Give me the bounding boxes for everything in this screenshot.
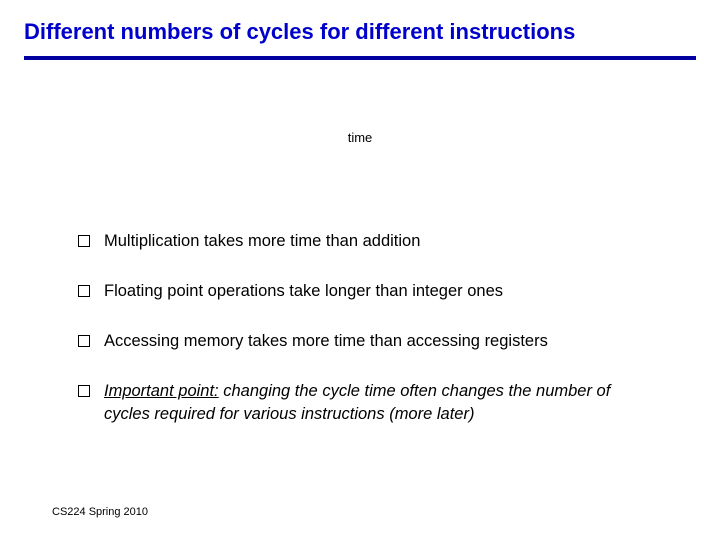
bullet-list: Multiplication takes more time than addi… bbox=[78, 230, 660, 425]
list-item: Important point: changing the cycle time… bbox=[78, 380, 660, 425]
bullet-icon bbox=[78, 285, 90, 297]
list-item: Accessing memory takes more time than ac… bbox=[78, 330, 660, 352]
list-item: Floating point operations take longer th… bbox=[78, 280, 660, 302]
bullet-icon bbox=[78, 385, 90, 397]
bullet-lead: Important point: bbox=[104, 382, 219, 400]
bullet-icon bbox=[78, 335, 90, 347]
bullet-text: Floating point operations take longer th… bbox=[104, 280, 503, 302]
slide: Different numbers of cycles for differen… bbox=[0, 0, 720, 540]
slide-title: Different numbers of cycles for differen… bbox=[24, 18, 696, 46]
title-rule bbox=[24, 56, 696, 60]
bullet-text: Accessing memory takes more time than ac… bbox=[104, 330, 548, 352]
footer-text: CS224 Spring 2010 bbox=[52, 506, 148, 518]
timing-diagram-area: time bbox=[40, 90, 680, 200]
list-item: Multiplication takes more time than addi… bbox=[78, 230, 660, 252]
bullet-icon bbox=[78, 235, 90, 247]
time-axis-label: time bbox=[348, 130, 373, 145]
title-block: Different numbers of cycles for differen… bbox=[0, 0, 720, 60]
bullet-text: Multiplication takes more time than addi… bbox=[104, 230, 420, 252]
bullet-text-important: Important point: changing the cycle time… bbox=[104, 380, 660, 425]
